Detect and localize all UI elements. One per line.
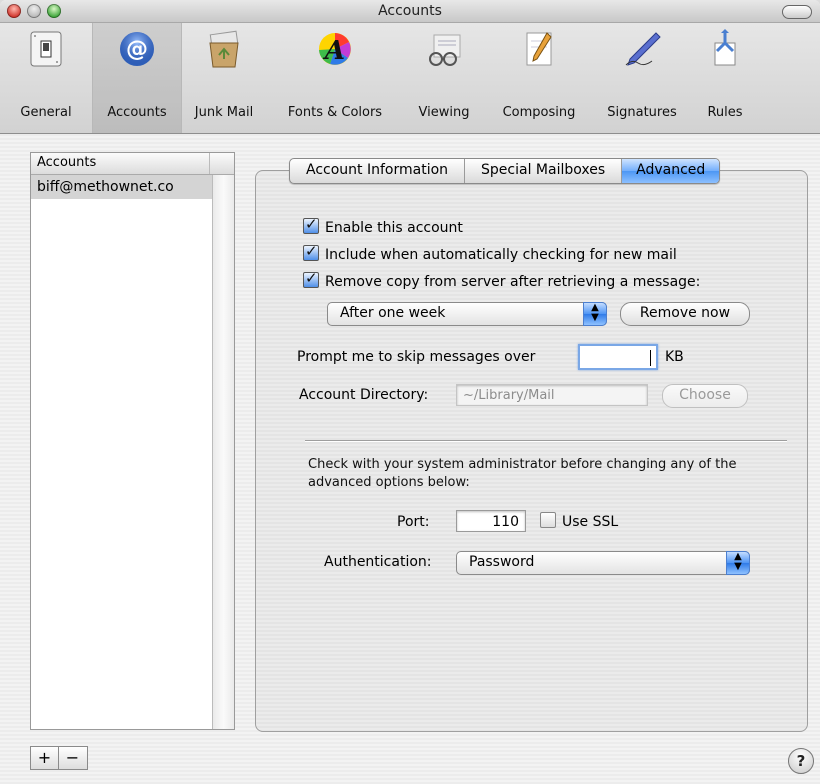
preferences-window: Accounts General @ Accounts Junk Mail A … — [0, 0, 820, 784]
remove-account-button[interactable]: − — [59, 747, 86, 769]
checkbox-box[interactable] — [303, 242, 319, 261]
kb-label: KB — [665, 349, 684, 365]
popup-arrows-icon: ▲ ▼ — [726, 551, 750, 575]
authentication-popup[interactable]: Password ▲ ▼ — [456, 551, 750, 575]
accounts-list[interactable]: Accounts biff@methownet.co — [30, 152, 235, 730]
toolbar-label: Viewing — [418, 105, 470, 120]
help-button[interactable]: ? — [788, 748, 814, 774]
toolbar-item-accounts[interactable]: @ Accounts — [92, 23, 182, 133]
header-divider — [209, 153, 210, 174]
rules-icon — [714, 29, 736, 66]
prompt-skip-label: Prompt me to skip messages over — [297, 349, 536, 365]
toolbar-toggle-button[interactable] — [782, 5, 812, 19]
checkbox-box[interactable] — [303, 215, 319, 234]
use-ssl-checkbox[interactable]: Use SSL — [540, 512, 618, 530]
checkbox-box[interactable] — [303, 269, 319, 288]
font-color-icon: A — [319, 33, 351, 66]
checkbox-label: Remove copy from server after retrieving… — [325, 274, 701, 290]
popup-arrows-icon: ▲ ▼ — [583, 302, 607, 326]
checkbox-label: Include when automatically checking for … — [325, 247, 677, 263]
svg-text:A: A — [322, 36, 345, 66]
preferences-toolbar: General @ Accounts Junk Mail A Fonts & C… — [0, 23, 820, 134]
remove-now-button[interactable]: Remove now — [620, 302, 750, 326]
toolbar-label: Signatures — [607, 105, 677, 120]
toolbar-label: Rules — [707, 105, 743, 120]
toolbar-label: Composing — [502, 105, 576, 120]
account-tabs: Account Information Special Mailboxes Ad… — [289, 158, 721, 184]
prompt-skip-size-field[interactable] — [578, 344, 658, 370]
account-directory-label: Account Directory: — [299, 387, 429, 403]
popup-value: Password — [469, 554, 535, 570]
window-title: Accounts — [378, 3, 442, 19]
accounts-list-header[interactable]: Accounts — [31, 153, 234, 175]
include-auto-check-checkbox[interactable]: Include when automatically checking for … — [303, 242, 677, 263]
toolbar-item-rules[interactable]: Rules — [692, 23, 758, 133]
toolbar-item-junk-mail[interactable]: Junk Mail — [180, 23, 268, 133]
at-sign-icon: @ — [120, 32, 154, 66]
light-switch-icon — [30, 31, 62, 67]
accounts-column-header: Accounts — [37, 155, 97, 170]
account-directory-field: ~/Library/Mail — [456, 384, 648, 406]
checkbox-box[interactable] — [540, 512, 556, 528]
remove-after-popup[interactable]: After one week ▲ ▼ — [327, 302, 607, 326]
toolbar-item-general[interactable]: General — [0, 23, 92, 133]
pencil-paper-icon — [526, 32, 552, 66]
remove-copy-checkbox[interactable]: Remove copy from server after retrieving… — [303, 269, 701, 290]
toolbar-label: Junk Mail — [194, 105, 254, 120]
add-remove-buttons: + − — [30, 746, 88, 770]
toolbar-item-viewing[interactable]: Viewing — [402, 23, 486, 133]
checkbox-label: Enable this account — [325, 220, 463, 236]
accounts-scrollbar[interactable] — [212, 175, 234, 729]
toolbar-item-composing[interactable]: Composing — [486, 23, 592, 133]
toolbar-label: General — [20, 105, 72, 120]
tab-advanced[interactable]: Advanced — [622, 159, 720, 183]
title-bar: Accounts — [0, 0, 820, 23]
toolbar-item-signatures[interactable]: Signatures — [592, 23, 692, 133]
checkbox-label: Use SSL — [562, 514, 619, 530]
authentication-label: Authentication: — [324, 554, 432, 570]
admin-warning-text: Check with your system administrator bef… — [308, 457, 737, 490]
list-item[interactable]: biff@methownet.co — [31, 175, 234, 199]
popup-value: After one week — [340, 305, 446, 321]
choose-button: Choose — [662, 384, 748, 408]
toolbar-label: Fonts & Colors — [287, 105, 383, 120]
toolbar-label: Accounts — [107, 105, 167, 120]
text-caret — [650, 350, 651, 366]
enable-account-checkbox[interactable]: Enable this account — [303, 215, 463, 236]
port-label: Port: — [397, 514, 430, 530]
port-field[interactable]: 110 — [456, 510, 526, 532]
separator — [305, 440, 787, 442]
toolbar-item-fonts-colors[interactable]: A Fonts & Colors — [268, 23, 402, 133]
account-name: biff@methownet.co — [37, 179, 174, 195]
recycle-bin-icon — [209, 30, 239, 68]
add-account-button[interactable]: + — [31, 747, 59, 769]
tab-account-information[interactable]: Account Information — [290, 159, 466, 183]
pen-icon — [625, 32, 661, 66]
tab-special-mailboxes[interactable]: Special Mailboxes — [465, 159, 623, 183]
glasses-icon — [429, 34, 461, 66]
svg-text:@: @ — [126, 37, 148, 62]
